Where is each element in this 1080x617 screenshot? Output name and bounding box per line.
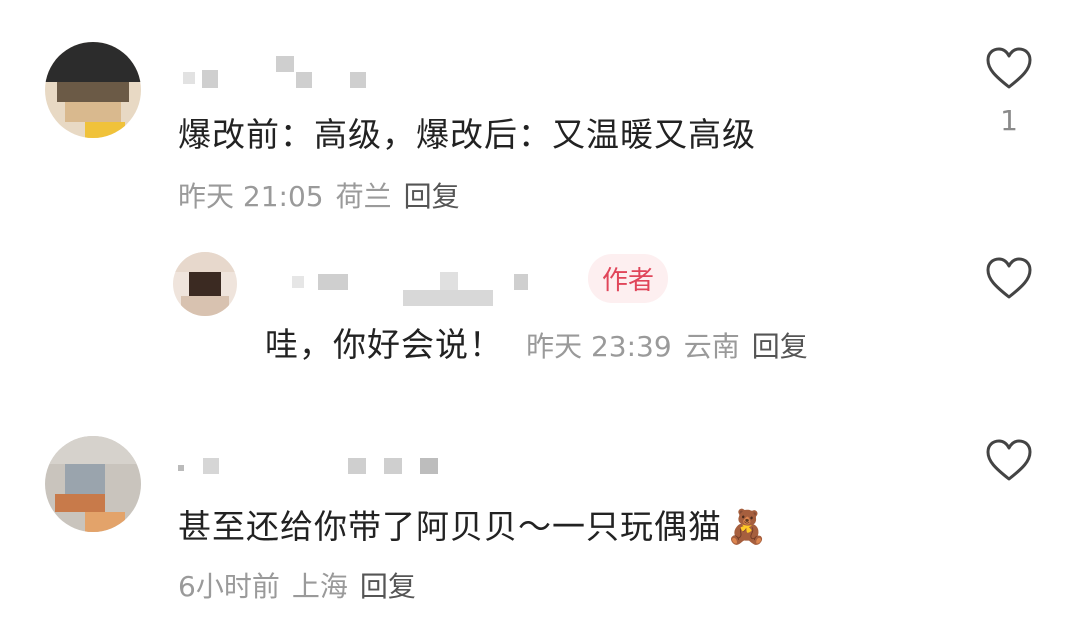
like-button[interactable]	[985, 256, 1033, 304]
comment-location: 荷兰	[335, 180, 392, 213]
comment-time: 昨天 23:39	[526, 330, 672, 363]
comment-location: 云南	[683, 330, 740, 363]
comment-text[interactable]: 甚至还给你带了阿贝贝～一只玩偶猫 🧸	[178, 500, 768, 548]
author-badge: 作者	[588, 254, 669, 303]
comment-meta: 昨天 23:39 云南 回复	[526, 330, 820, 363]
comment-location: 上海	[291, 570, 348, 603]
like-button[interactable]: 1	[985, 46, 1033, 137]
heart-outline-icon	[986, 47, 1032, 89]
heart-outline-icon	[986, 257, 1032, 299]
avatar[interactable]	[45, 436, 141, 532]
avatar[interactable]	[45, 42, 141, 138]
comment-text-body: 甚至还给你带了阿贝贝～一只玩偶猫	[178, 507, 722, 546]
heart-outline-icon	[986, 439, 1032, 481]
comment-time: 昨天 21:05	[178, 180, 324, 213]
teddy-bear-icon: 🧸	[726, 507, 769, 546]
reply-line: 哇，你好会说！ 昨天 23:39 云南 回复	[265, 318, 820, 366]
avatar[interactable]	[173, 252, 237, 316]
reply-button[interactable]: 回复	[752, 330, 808, 363]
comment-text[interactable]: 爆改前：高级，爆改后：又温暖又高级	[178, 108, 756, 156]
comment-time: 6小时前	[178, 570, 280, 603]
comment-meta: 昨天 21:05 荷兰 回复	[178, 175, 472, 215]
comment-meta: 6小时前 上海 回复	[178, 565, 428, 605]
comment-text[interactable]: 哇，你好会说！	[265, 325, 503, 364]
reply-button[interactable]: 回复	[404, 180, 460, 213]
like-button[interactable]	[985, 438, 1033, 486]
like-count: 1	[1000, 104, 1018, 137]
reply-button[interactable]: 回复	[360, 570, 416, 603]
